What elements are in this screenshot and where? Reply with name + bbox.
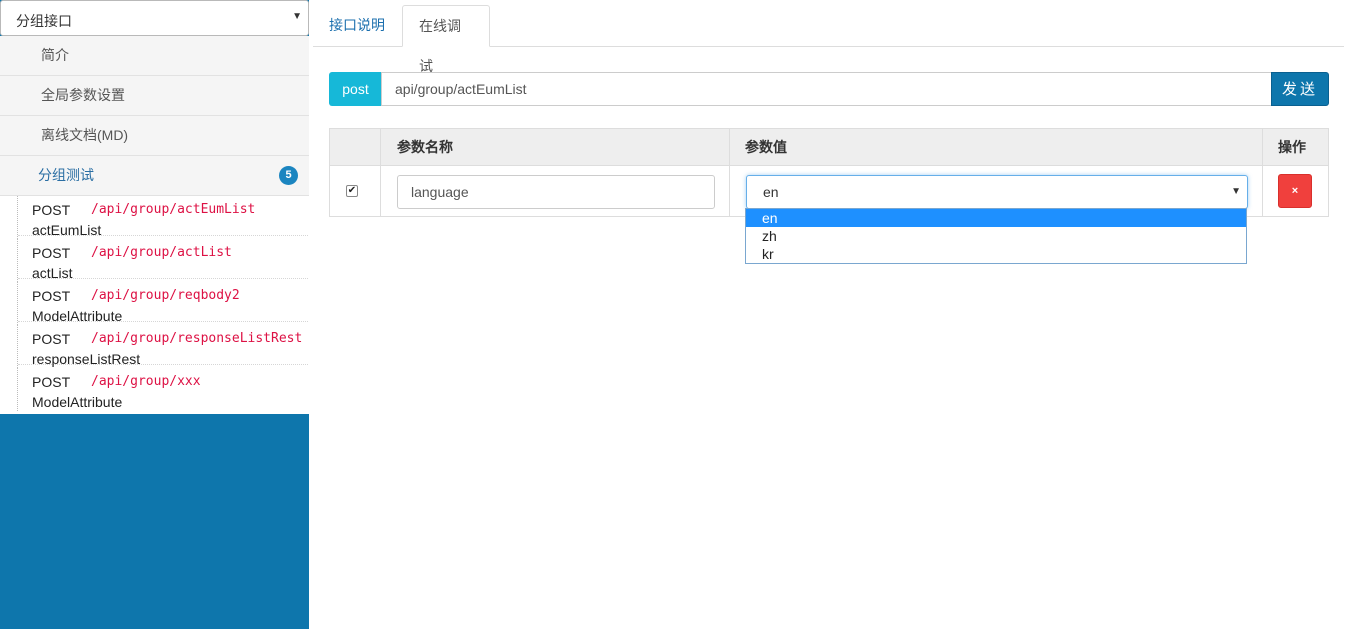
api-method: POST xyxy=(32,288,71,304)
api-path: /api/group/actEumList xyxy=(91,202,256,217)
dropdown-option-kr[interactable]: kr xyxy=(746,245,1246,263)
sidebar-item-global-params[interactable]: 全局参数设置 xyxy=(0,76,309,116)
api-item[interactable]: POST /api/group/xxx ModelAttribute xyxy=(0,368,309,411)
send-button[interactable]: 发送 xyxy=(1271,72,1329,106)
api-list: POST /api/group/actEumList actEumList PO… xyxy=(0,196,309,414)
api-item[interactable]: POST /api/group/responseListRest respons… xyxy=(0,325,309,368)
api-path: /api/group/responseListRest xyxy=(91,331,303,346)
header-check-cell xyxy=(330,129,381,166)
chevron-down-icon: ▼ xyxy=(292,11,302,22)
tree-line xyxy=(17,282,18,325)
api-method: POST xyxy=(32,202,71,218)
sidebar-item-offline-doc[interactable]: 离线文档(MD) xyxy=(0,116,309,156)
count-badge: 5 xyxy=(279,166,298,185)
header-action: 操作 xyxy=(1263,129,1328,166)
row-checkbox[interactable]: ✔ xyxy=(346,185,358,197)
header-param-value: 参数值 xyxy=(730,129,1263,166)
param-name-input[interactable]: language xyxy=(397,175,715,209)
column-divider xyxy=(1262,129,1263,216)
group-select-value: 分组接口 xyxy=(16,13,72,29)
api-method: POST xyxy=(32,374,71,390)
api-path: /api/group/reqbody2 xyxy=(91,288,240,303)
api-name: actEumList xyxy=(32,222,102,238)
tab-online-debug[interactable]: 在线调试 xyxy=(402,5,490,74)
params-table: 参数名称 参数值 操作 ✔ language en ▼ × xyxy=(329,128,1329,217)
delete-row-button[interactable]: × xyxy=(1278,174,1312,208)
param-value-selected: en xyxy=(763,184,779,200)
dropdown-option-en[interactable]: en xyxy=(746,209,1246,227)
request-bar: post api/group/actEumList 发送 xyxy=(329,72,1329,106)
tab-bar: 接口说明 在线调试 xyxy=(313,0,1344,74)
tree-line xyxy=(17,196,18,239)
api-name: ModelAttribute xyxy=(32,308,123,324)
api-name: responseListRest xyxy=(32,351,141,367)
api-item[interactable]: POST /api/group/reqbody2 ModelAttribute xyxy=(0,282,309,325)
method-tag: post xyxy=(329,72,382,106)
group-select[interactable]: 分组接口 ▼ xyxy=(0,0,309,36)
column-divider xyxy=(729,129,730,216)
api-method: POST xyxy=(32,331,71,347)
sidebar: 分组接口 ▼ 简介 全局参数设置 离线文档(MD) 分组测试 5 POST /a… xyxy=(0,0,309,629)
group-label: 分组测试 xyxy=(38,167,94,183)
api-method: POST xyxy=(32,245,71,261)
tab-api-doc[interactable]: 接口说明 xyxy=(313,5,401,47)
sidebar-item-intro[interactable]: 简介 xyxy=(0,36,309,76)
sidebar-item-group-test[interactable]: 分组测试 5 xyxy=(0,156,309,196)
api-item[interactable]: POST /api/group/actEumList actEumList xyxy=(0,196,309,239)
sidebar-menu: 简介 全局参数设置 离线文档(MD) 分组测试 5 xyxy=(0,36,309,196)
tree-line xyxy=(17,239,18,282)
api-path: /api/group/xxx xyxy=(91,374,201,389)
api-name: ModelAttribute xyxy=(32,394,123,410)
chevron-down-icon: ▼ xyxy=(1231,186,1241,197)
param-value-select[interactable]: en ▼ xyxy=(746,175,1248,209)
url-input[interactable]: api/group/actEumList xyxy=(381,72,1272,106)
tree-line xyxy=(17,325,18,368)
api-path: /api/group/actList xyxy=(91,245,232,260)
header-param-name: 参数名称 xyxy=(381,129,730,166)
value-dropdown-list: en zh kr xyxy=(745,208,1247,264)
column-divider xyxy=(380,129,381,216)
tree-line xyxy=(17,368,18,411)
dropdown-option-zh[interactable]: zh xyxy=(746,227,1246,245)
api-name: actList xyxy=(32,265,73,281)
api-item[interactable]: POST /api/group/actList actList xyxy=(0,239,309,282)
